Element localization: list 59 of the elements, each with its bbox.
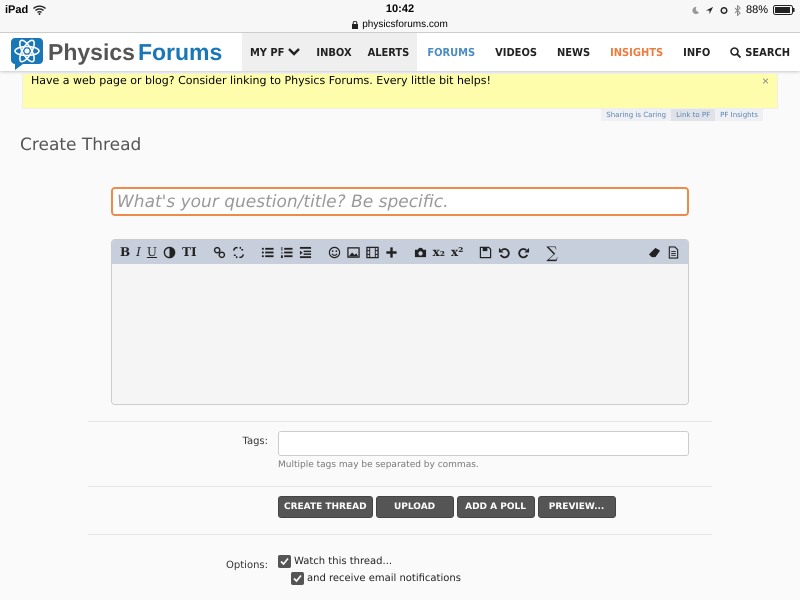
title-field[interactable]: What's your question/title? Be specific. (111, 187, 689, 216)
format-button[interactable]: ∑ (546, 242, 558, 262)
format-button[interactable]: x₂ (432, 245, 445, 259)
indent-icon[interactable] (298, 246, 312, 258)
checkbox[interactable] (278, 555, 291, 568)
logo-text[interactable]: Physics (48, 38, 135, 66)
wifi-icon (33, 5, 46, 15)
document-icon[interactable] (667, 246, 680, 258)
plus-icon[interactable] (384, 246, 398, 258)
redo-icon[interactable] (517, 246, 530, 258)
nav-link[interactable]: ALERTS (360, 33, 418, 71)
nav-link[interactable]: VIDEOS (485, 33, 547, 71)
image-icon[interactable] (346, 246, 360, 258)
bullets-icon[interactable] (260, 246, 274, 258)
option-label: and receive email notifications (307, 573, 461, 584)
undo-icon[interactable] (498, 246, 512, 258)
nav-link[interactable]: NEWS (546, 33, 600, 71)
device-name: iPad (5, 4, 28, 16)
format-button[interactable]: I (136, 245, 141, 259)
notice-text: Have a web page or blog? Consider linking to Physics Forums. Every little bit helps! (31, 74, 491, 87)
bluetooth-icon (734, 4, 741, 16)
page-title: Create Thread (20, 135, 142, 155)
tags-hint: Multiple tags may be separated by commas. (278, 460, 480, 470)
search-icon (730, 46, 742, 58)
battery-percent: 88% (746, 4, 768, 16)
action-button[interactable]: PREVIEW... (538, 496, 616, 518)
format-button[interactable]: U (146, 245, 158, 259)
format-button[interactable]: TI (182, 245, 197, 259)
nav-link[interactable]: INFO (673, 33, 720, 71)
battery-icon (773, 5, 795, 15)
action-button[interactable]: ADD A POLL (456, 496, 535, 518)
nav-link[interactable]: SEARCH (720, 33, 800, 71)
action-button[interactable]: UPLOAD (376, 496, 454, 518)
format-button[interactable]: B (120, 245, 130, 259)
nav-link[interactable]: MY PF (242, 33, 308, 71)
nav-link[interactable]: INBOX (308, 33, 360, 71)
lock-icon (352, 20, 358, 28)
camera-icon[interactable] (414, 246, 427, 258)
option-label: Watch this thread... (294, 556, 392, 567)
film-icon[interactable] (366, 246, 379, 258)
tags-field[interactable] (278, 431, 689, 456)
eraser-icon[interactable] (648, 246, 661, 258)
moon-icon (690, 6, 700, 14)
contrast-icon[interactable] (163, 246, 176, 258)
clock: 10:42 (384, 3, 416, 15)
save-icon[interactable] (479, 246, 492, 258)
options-label: Options: (225, 559, 268, 573)
nav-link[interactable]: FORUMS (417, 33, 486, 71)
numbers-icon[interactable] (280, 246, 293, 258)
url-text[interactable]: physicsforums.com (362, 19, 448, 30)
format-button[interactable]: x² (451, 245, 464, 259)
location-icon (704, 6, 714, 14)
smiley-icon[interactable] (328, 246, 341, 258)
chevron-down-icon (288, 48, 300, 56)
tags-label: Tags: (241, 435, 268, 449)
checkbox[interactable] (291, 572, 304, 585)
logo-text[interactable]: Forums (138, 38, 222, 66)
action-button[interactable]: CREATE THREAD (278, 496, 373, 518)
link-icon[interactable] (212, 246, 226, 258)
